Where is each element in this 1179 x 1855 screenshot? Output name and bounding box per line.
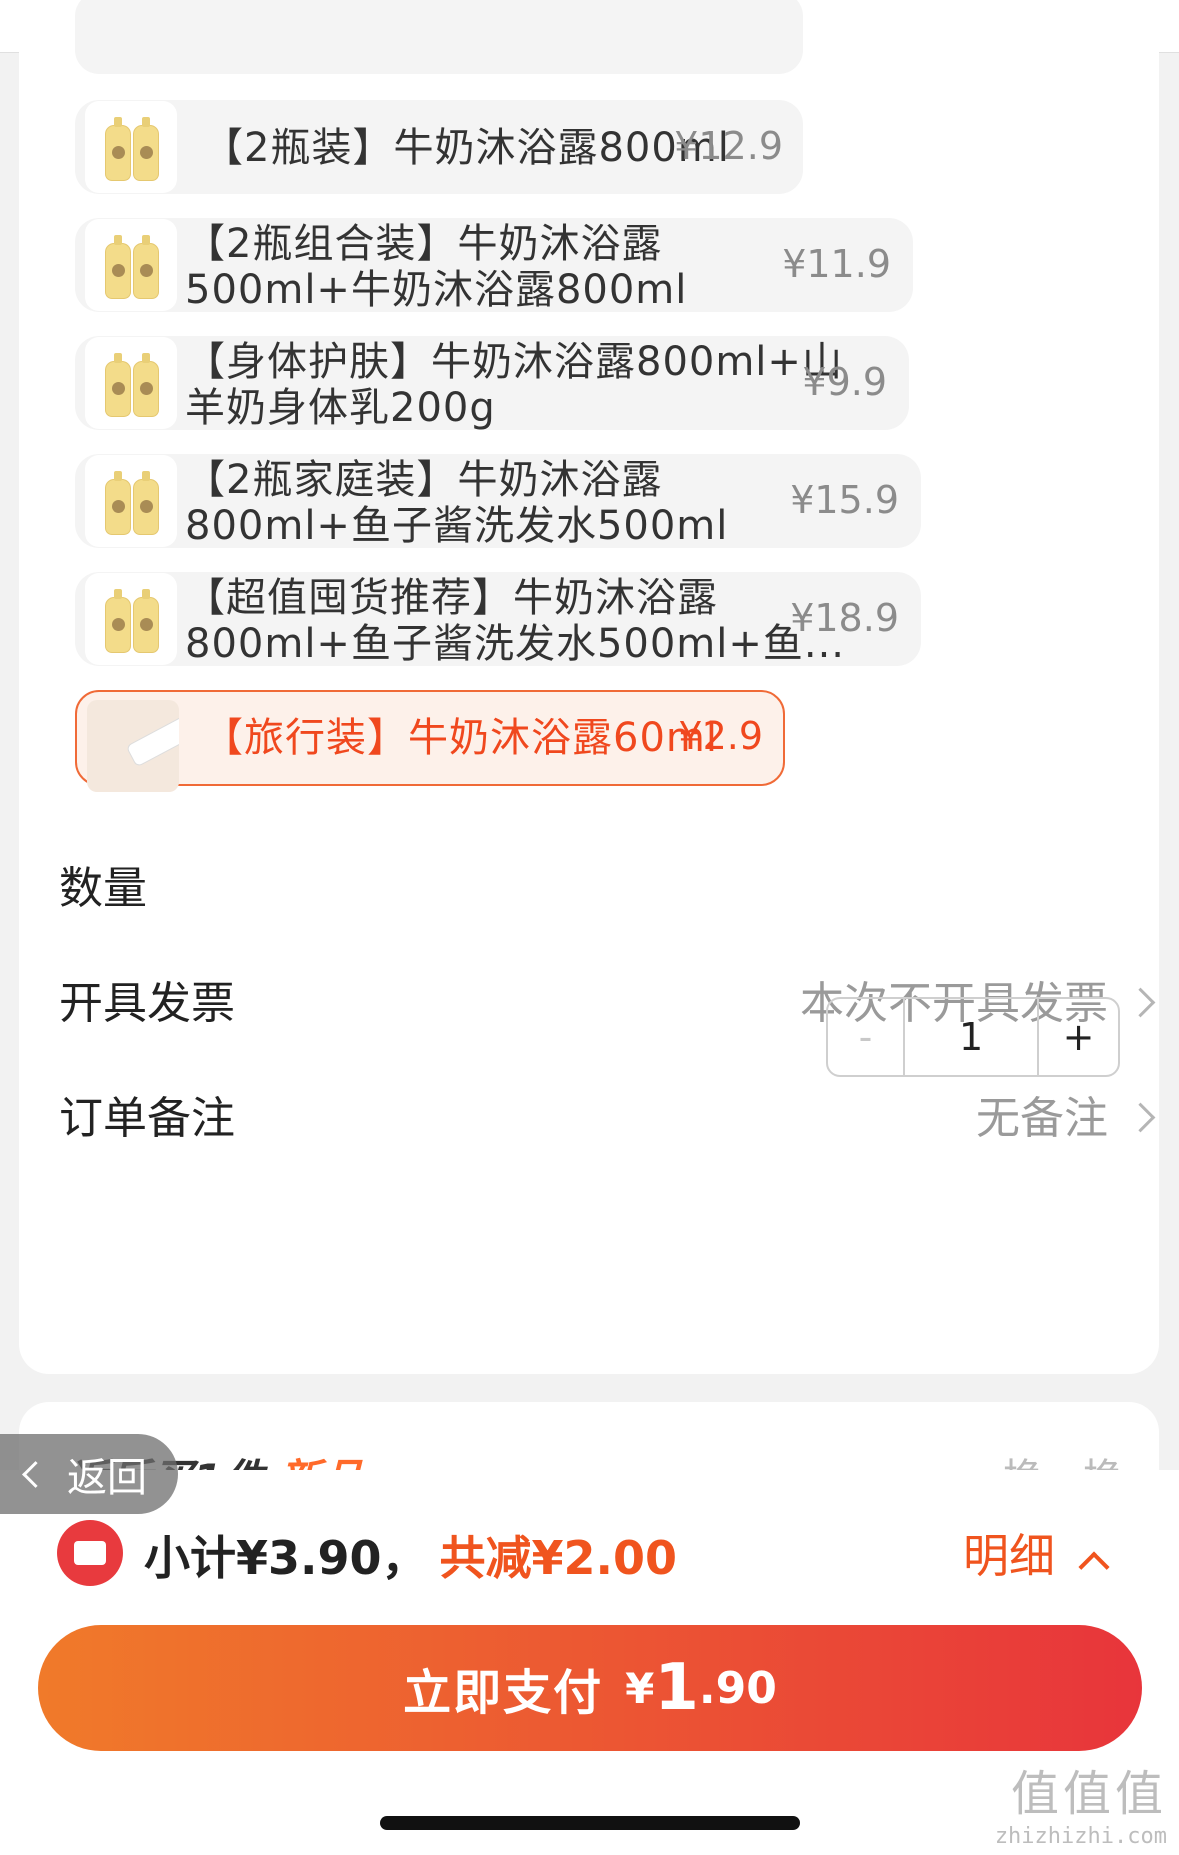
- sku-label: 【旅行装】牛奶沐浴露60ml: [203, 715, 718, 761]
- sku-label-line2: 500ml+牛奶沐浴露800ml: [185, 267, 688, 313]
- product-thumbnail: [85, 219, 177, 311]
- chevron-right-icon: [1125, 987, 1156, 1018]
- remark-value[interactable]: 无备注: [976, 1082, 1156, 1146]
- quantity-decrease-button[interactable]: -: [828, 999, 905, 1075]
- chevron-right-icon: [1125, 1102, 1156, 1133]
- sku-price: ¥9.9: [802, 360, 887, 404]
- coupon-icon: [57, 1520, 123, 1586]
- pay-amount-decimal: .90: [698, 1662, 777, 1714]
- sku-option-family-pack[interactable]: 【2瓶家庭装】牛奶沐浴露 800ml+鱼子酱洗发水500ml ¥15.9: [75, 454, 921, 549]
- chevron-up-icon: [1078, 1551, 1110, 1583]
- detail-toggle[interactable]: 明细: [963, 1520, 1110, 1586]
- remark-value-text: 无备注: [976, 1093, 1108, 1144]
- sku-label-line2: 800ml+鱼子酱洗发水500ml+鱼...: [185, 621, 846, 667]
- sku-card: 【2瓶装】牛奶沐浴露800ml ¥12.9 【2瓶组合装】牛奶沐浴露 500ml…: [19, 0, 1159, 1374]
- pay-label: 立即支付: [403, 1665, 604, 1721]
- remark-label: 订单备注: [59, 1093, 235, 1144]
- sku-label: 【2瓶装】牛奶沐浴露800ml: [203, 125, 730, 171]
- sku-option-2bottle[interactable]: 【2瓶装】牛奶沐浴露800ml ¥12.9: [75, 100, 803, 194]
- invoice-label: 开具发票: [59, 978, 235, 1029]
- quantity-label: 数量: [59, 863, 147, 914]
- pay-currency: ¥: [625, 1663, 655, 1713]
- sku-label-line2: 羊奶身体乳200g: [185, 385, 496, 431]
- home-indicator[interactable]: [380, 1816, 800, 1830]
- sku-option-travel-selected[interactable]: 【旅行装】牛奶沐浴露60ml ¥2.9: [75, 690, 785, 792]
- saving-text: 共减¥2.00: [439, 1531, 678, 1585]
- sku-price: ¥2.9: [678, 714, 763, 758]
- product-thumbnail: [85, 573, 177, 665]
- watermark: 值值值 zhizhizhi.com: [994, 1766, 1167, 1849]
- chevron-left-icon: [22, 1460, 49, 1488]
- sku-price: ¥15.9: [790, 478, 899, 522]
- checkout-bar: 小计¥3.90， 共减¥2.00 明细 立即支付 ¥ 1 .90 值值值 zhiz…: [0, 1470, 1179, 1855]
- product-thumbnail: [85, 337, 177, 429]
- sku-option-value-pack[interactable]: 【超值囤货推荐】牛奶沐浴露 800ml+鱼子酱洗发水500ml+鱼... ¥18…: [75, 572, 921, 667]
- sku-option-2bottle-combo[interactable]: 【2瓶组合装】牛奶沐浴露 500ml+牛奶沐浴露800ml ¥11.9: [75, 218, 913, 313]
- sku-price: ¥18.9: [790, 596, 899, 640]
- product-thumbnail: [85, 455, 177, 547]
- back-button[interactable]: 返回: [0, 1434, 178, 1514]
- sku-price: ¥11.9: [782, 242, 891, 286]
- subtotal-text: 小计¥3.90， 共减¥2.00: [144, 1531, 678, 1585]
- quantity-value[interactable]: 1: [905, 999, 1040, 1075]
- pay-amount-integer: 1: [654, 1651, 699, 1725]
- sku-option-body-care[interactable]: 【身体护肤】牛奶沐浴露800ml+山 羊奶身体乳200g ¥9.9: [75, 336, 909, 431]
- sku-option-partial[interactable]: [75, 0, 803, 74]
- product-thumbnail: [85, 101, 177, 193]
- quantity-increase-button[interactable]: +: [1039, 999, 1118, 1075]
- pay-now-button[interactable]: 立即支付 ¥ 1 .90: [38, 1625, 1142, 1751]
- sku-label-line2: 800ml+鱼子酱洗发水500ml: [185, 503, 729, 549]
- product-thumbnail: [87, 700, 179, 792]
- quantity-stepper[interactable]: - 1 +: [826, 997, 1120, 1077]
- sku-price: ¥12.9: [674, 124, 783, 168]
